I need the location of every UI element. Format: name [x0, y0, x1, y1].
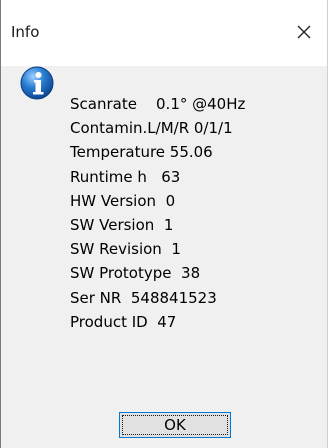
- ok-button[interactable]: OK: [119, 412, 231, 438]
- info-dialog: Info Scanrate 0.1° @40Hz Contamin.L/M/R …: [0, 0, 328, 448]
- info-line-sw-revision: SW Revision 1: [70, 240, 181, 259]
- dialog-title: Info: [11, 23, 40, 41]
- close-icon: [297, 25, 311, 39]
- title-bar: Info: [1, 0, 327, 66]
- close-button[interactable]: [281, 12, 327, 52]
- info-line-temperature: Temperature 55.06: [70, 143, 213, 162]
- info-lines: Scanrate 0.1° @40Hz Contamin.L/M/R 0/1/1…: [70, 92, 245, 334]
- info-line-runtime: Runtime h 63: [70, 167, 181, 186]
- info-line-sw-version: SW Version 1: [70, 215, 174, 234]
- info-line-hw-version: HW Version 0: [70, 191, 176, 210]
- info-line-scanrate: Scanrate 0.1° @40Hz: [70, 95, 246, 113]
- info-line-product-id: Product ID 47: [70, 312, 177, 331]
- info-line-serial-number: Ser NR 548841523: [70, 288, 217, 307]
- info-line-sw-prototype: SW Prototype 38: [70, 264, 201, 283]
- info-line-contamination: Contamin.L/M/R 0/1/1: [70, 119, 233, 138]
- info-icon: [20, 66, 54, 100]
